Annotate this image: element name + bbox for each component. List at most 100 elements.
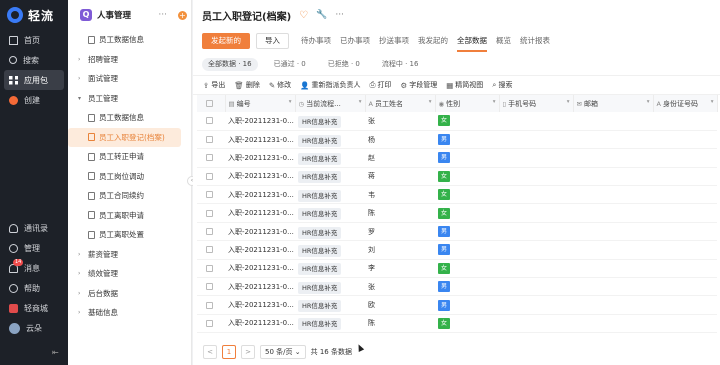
row-checkbox[interactable] — [206, 209, 213, 217]
action-gear-button[interactable]: ⚙ 字段管理 — [400, 80, 437, 90]
sort-arrow-icon[interactable]: ▾ — [567, 99, 570, 105]
table-row[interactable]: 入职-20211231-0... HR信息补充 罗男 — [197, 222, 717, 242]
action-export-button[interactable]: ⇪ 导出 — [203, 80, 225, 90]
column-header[interactable]: A 员工姓名 ▾ — [365, 95, 436, 112]
next-page-button[interactable]: > — [241, 345, 255, 359]
nav-item-bottom-2[interactable]: 14 消息 — [4, 258, 64, 278]
prev-page-button[interactable]: < — [203, 345, 217, 359]
table-row[interactable]: 入职-20211231-0... HR信息补充 韦女 — [197, 185, 717, 205]
page-size-select[interactable]: 50 条/页 ⌄ — [260, 345, 306, 359]
column-header[interactable]: A 身份证号码 ▾ — [653, 95, 718, 112]
column-header[interactable]: ◉ 性别 ▾ — [435, 95, 500, 112]
nav-item-bottom-5[interactable]: 云朵 — [4, 318, 64, 338]
action-print-button[interactable]: ⎙ 打印 — [369, 80, 391, 90]
import-button[interactable]: 导入 — [256, 33, 289, 49]
nav-item-top-0[interactable]: 首页 — [4, 30, 64, 50]
tree-item[interactable]: › 绩效管理 — [68, 264, 191, 284]
sex-badge: 男 — [438, 226, 450, 238]
view-tab[interactable]: 已办事项 — [340, 30, 370, 52]
tree-item[interactable]: 员工转正申请 — [68, 147, 181, 167]
table-row[interactable]: 入职-20211231-0... HR信息补充 李女 — [197, 259, 717, 279]
row-checkbox[interactable] — [206, 246, 213, 254]
action-grid-button[interactable]: ▦ 精简视图 — [446, 80, 483, 90]
action-edit-button[interactable]: ✎ 修改 — [269, 80, 291, 90]
row-checkbox[interactable] — [206, 301, 213, 309]
view-tab[interactable]: 待办事项 — [301, 30, 331, 52]
table-row[interactable]: 入职-20211231-0... HR信息补充 欧男 — [197, 295, 717, 315]
tree-item[interactable]: › 薪资管理 — [68, 245, 191, 265]
cell-empty — [653, 112, 717, 131]
nav-item-top-3[interactable]: 创建 — [4, 90, 64, 110]
row-checkbox[interactable] — [206, 117, 213, 125]
column-header[interactable]: ▤ 编号 ▾ — [225, 95, 296, 112]
settings-wrench-icon[interactable]: 🔧 — [316, 10, 327, 20]
nav-item-bottom-0[interactable]: 通讯录 — [4, 218, 64, 238]
tree-item[interactable]: › 基础信息 — [68, 303, 191, 323]
row-checkbox[interactable] — [206, 283, 213, 291]
action-reassign-button[interactable]: 👤 重新指派负责人 — [300, 80, 360, 90]
action-trash-button[interactable]: 🗑 删除 — [234, 80, 260, 90]
row-checkbox[interactable] — [206, 264, 213, 272]
nav-item-bottom-4[interactable]: 轻商城 — [4, 298, 64, 318]
status-filter-chip[interactable]: 流程中 · 16 — [376, 58, 425, 71]
view-tab[interactable]: 全部数据 — [457, 30, 487, 52]
row-checkbox[interactable] — [206, 228, 213, 236]
sort-arrow-icon[interactable]: ▾ — [429, 99, 432, 105]
row-checkbox[interactable] — [206, 191, 213, 199]
tree-item[interactable]: 员工入职登记(档案) — [68, 127, 181, 147]
status-filter-chip[interactable]: 全部数据 · 16 — [202, 57, 258, 71]
collapse-nav-icon[interactable]: ⇤ — [52, 348, 59, 357]
app-name[interactable]: 人事管理 — [97, 9, 131, 21]
sort-arrow-icon[interactable]: ▾ — [493, 99, 496, 105]
view-tab[interactable]: 抄送事项 — [379, 30, 409, 52]
favorite-heart-icon[interactable]: ♡ — [299, 10, 308, 21]
select-all-checkbox[interactable] — [206, 100, 213, 107]
action-search-button[interactable]: ⌕ 搜索 — [492, 80, 512, 90]
more-icon[interactable]: ··· — [335, 10, 344, 20]
tree-item[interactable]: 员工数据信息 — [68, 30, 191, 50]
row-checkbox[interactable] — [206, 319, 213, 327]
tree-item[interactable]: 员工离职处置 — [68, 225, 181, 245]
nav-item-bottom-1[interactable]: 管理 — [4, 238, 64, 258]
row-checkbox[interactable] — [206, 154, 213, 162]
tree-item[interactable]: 员工岗位调动 — [68, 167, 181, 187]
page-1-button[interactable]: 1 — [222, 345, 236, 359]
tree-item[interactable]: 员工数据信息 — [68, 108, 181, 128]
row-checkbox[interactable] — [206, 136, 213, 144]
sort-arrow-icon[interactable]: ▾ — [289, 99, 292, 105]
add-icon[interactable]: + — [178, 10, 187, 20]
nav-item-top-2[interactable]: 应用包 — [4, 70, 64, 90]
table-row[interactable]: 入职-20211231-0... HR信息补充 杨男 — [197, 130, 717, 150]
status-filter-chip[interactable]: 已拒绝 · 0 — [322, 58, 366, 71]
brand[interactable]: 轻流 — [0, 0, 68, 30]
nav-item-bottom-3[interactable]: 帮助 — [4, 278, 64, 298]
view-tab[interactable]: 统计报表 — [520, 30, 550, 52]
table-row[interactable]: 入职-20211231-0... HR信息补充 张女 — [197, 112, 717, 131]
table-row[interactable]: 入职-20211231-0... HR信息补充 陈女 — [197, 314, 717, 334]
table-row[interactable]: 入职-20211231-0... HR信息补充 赵男 — [197, 148, 717, 168]
view-tab[interactable]: 概览 — [496, 30, 511, 52]
status-filter-chip[interactable]: 已通过 · 0 — [268, 58, 312, 71]
column-header[interactable]: ✉ 邮箱 ▾ — [573, 95, 654, 112]
create-new-button[interactable]: 发起新的 — [202, 33, 250, 49]
column-header[interactable]: ◷ 当前流程... ▾ — [295, 95, 366, 112]
tree-item[interactable]: ▾ 员工管理 — [68, 89, 191, 109]
nav-item-top-1[interactable]: 搜索 — [4, 50, 64, 70]
row-checkbox[interactable] — [206, 172, 213, 180]
sort-arrow-icon[interactable]: ▾ — [359, 99, 362, 105]
tree-item[interactable]: › 招聘管理 — [68, 50, 191, 70]
table-row[interactable]: 入职-20211231-0... HR信息补充 陈女 — [197, 203, 717, 223]
view-tab[interactable]: 我发起的 — [418, 30, 448, 52]
table-row[interactable]: 入职-20211231-0... HR信息补充 蒋女 — [197, 167, 717, 187]
tree-item[interactable]: 员工合同续约 — [68, 186, 181, 206]
table-row[interactable]: 入职-20211231-0... HR信息补充 张男 — [197, 277, 717, 297]
column-header[interactable]: ▯ 手机号码 ▾ — [499, 95, 574, 112]
sort-arrow-icon[interactable]: ▾ — [647, 99, 650, 105]
sort-arrow-icon[interactable]: ▾ — [711, 99, 714, 105]
tree-item[interactable]: › 后台数据 — [68, 284, 191, 304]
table-row[interactable]: 入职-20211231-0... HR信息补充 刘男 — [197, 240, 717, 260]
tree-item[interactable]: 员工离职申请 — [68, 206, 181, 226]
more-icon[interactable]: ··· — [158, 10, 167, 20]
tree-item[interactable]: › 面试管理 — [68, 69, 191, 89]
flow-tag: HR信息补充 — [298, 115, 342, 128]
